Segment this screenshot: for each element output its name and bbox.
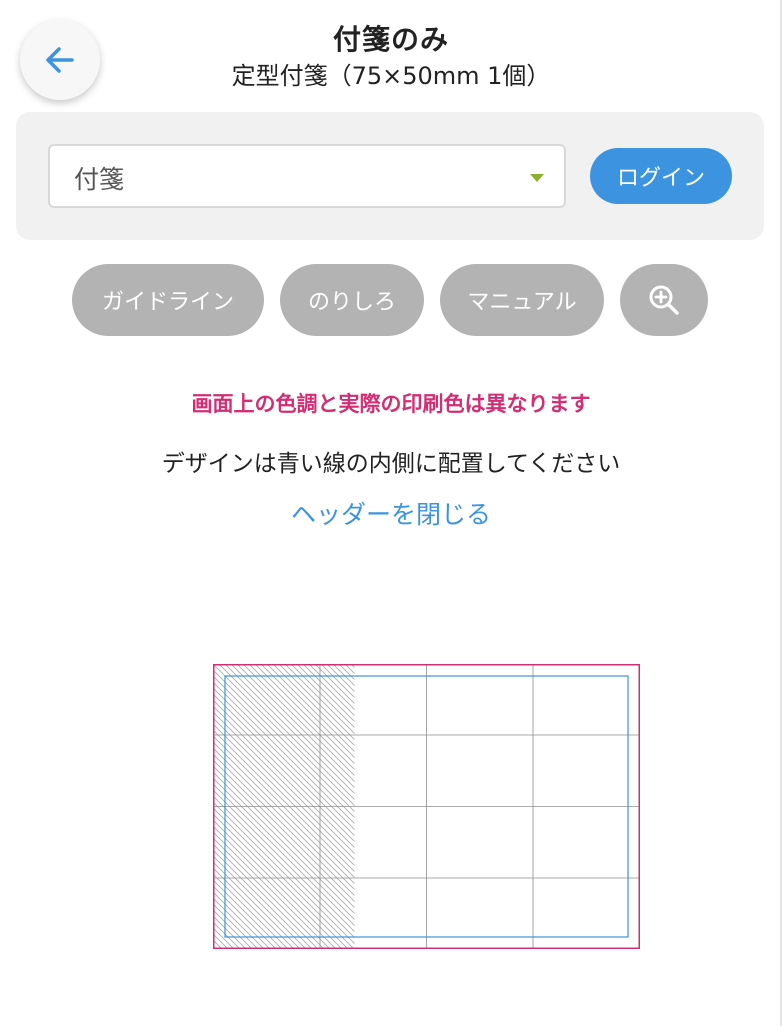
product-select-value: 付箋	[74, 165, 125, 194]
zoom-in-icon	[649, 285, 679, 315]
product-select[interactable]: 付箋	[48, 144, 566, 208]
product-select-panel: 付箋 ログイン	[16, 112, 764, 240]
caret-down-icon	[530, 174, 544, 182]
login-button[interactable]: ログイン	[590, 148, 732, 204]
design-instruction: デザインは青い線の内側に配置してください	[161, 451, 621, 477]
color-warning: 画面上の色調と実際の印刷色は異なります	[191, 392, 591, 416]
close-header-link[interactable]: ヘッダーを閉じる	[0, 495, 782, 531]
page-subtitle: 定型付箋（75×50mm 1個）	[231, 62, 551, 90]
zoom-button[interactable]	[620, 264, 708, 336]
design-canvas[interactable]	[213, 664, 640, 949]
guideline-button[interactable]: ガイドライン	[72, 264, 264, 336]
nori-button[interactable]: のりしろ	[280, 264, 424, 336]
manual-button[interactable]: マニュアル	[440, 264, 604, 336]
page-title: 付箋のみ	[332, 23, 449, 56]
